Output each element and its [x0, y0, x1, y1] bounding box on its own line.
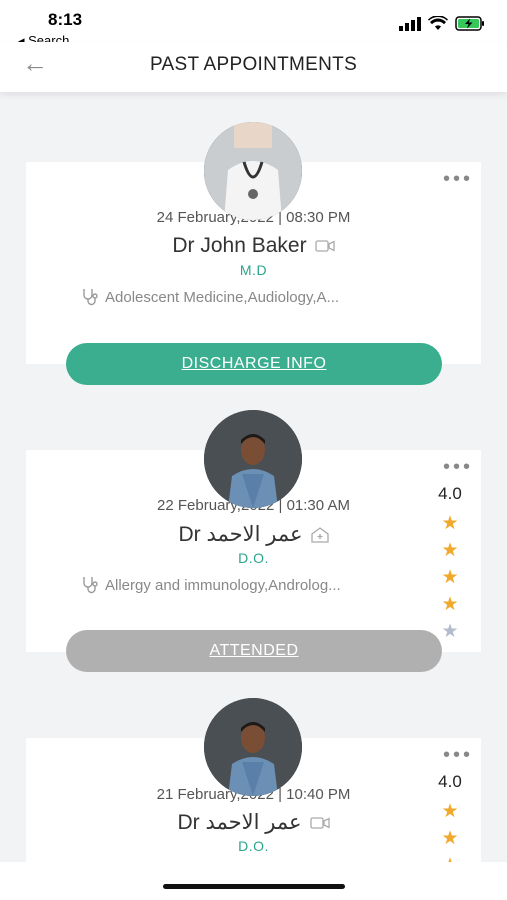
doctor-avatar [204, 122, 302, 220]
more-options-icon[interactable]: ••• [443, 457, 473, 477]
discharge-info-button[interactable]: DISCHARGE INFO [66, 343, 442, 385]
video-call-icon [309, 816, 330, 829]
doctor-degree: M.D [239, 262, 268, 278]
video-call-icon [314, 240, 335, 252]
specialties-text: Allergy and immunology,Androlog... [105, 576, 341, 594]
home-indicator[interactable] [163, 884, 345, 889]
doctor-name: Dr John Baker [172, 234, 307, 257]
page-title: PAST APPOINTMENTS [149, 54, 358, 75]
stethoscope-icon [83, 577, 98, 594]
specialties-text: Adolescent Medicine,Audiology,A... [105, 288, 340, 306]
wifi-icon [428, 16, 448, 30]
star-filled-icon: ★ [441, 567, 459, 588]
doctor-name-row: Dr عمر الاحمد [26, 810, 481, 835]
signal-icon [399, 16, 421, 31]
more-options-icon[interactable]: ••• [443, 745, 473, 765]
star-filled-icon: ★ [441, 801, 459, 822]
star-filled-icon: ★ [441, 828, 459, 849]
rating-value: 4.0 [438, 484, 462, 503]
more-options-icon[interactable]: ••• [443, 169, 473, 189]
doctor-name-row: Dr عمر الاحمد [26, 522, 481, 547]
status-time: 8:13 [48, 10, 83, 29]
clinic-icon [310, 526, 329, 543]
specialties-row: Allergy and immunology,Androlog... [81, 576, 431, 594]
doctor-avatar [204, 410, 302, 508]
doctor-avatar [204, 698, 302, 796]
doctor-degree: D.O. [238, 838, 269, 854]
battery-charging-icon [455, 16, 484, 31]
stethoscope-icon [83, 289, 98, 306]
star-filled-icon: ★ [441, 513, 459, 534]
app-header: ← PAST APPOINTMENTS [0, 42, 507, 92]
attended-button[interactable]: ATTENDED [66, 630, 442, 672]
doctor-degree: D.O. [238, 550, 269, 566]
doctor-name-row: Dr John Baker [26, 234, 481, 258]
doctor-name: Dr عمر الاحمد [177, 811, 302, 834]
rating: 4.0 ★ ★ ★ ★ ★ [433, 484, 467, 645]
doctor-name: Dr عمر الاحمد [178, 523, 303, 546]
specialties-row: Adolescent Medicine,Audiology,A... [81, 288, 431, 306]
star-filled-icon: ★ [441, 540, 459, 561]
bottom-safe-area [0, 862, 507, 900]
star-filled-icon: ★ [441, 594, 459, 615]
status-icons [399, 16, 485, 31]
rating-value: 4.0 [438, 772, 462, 791]
